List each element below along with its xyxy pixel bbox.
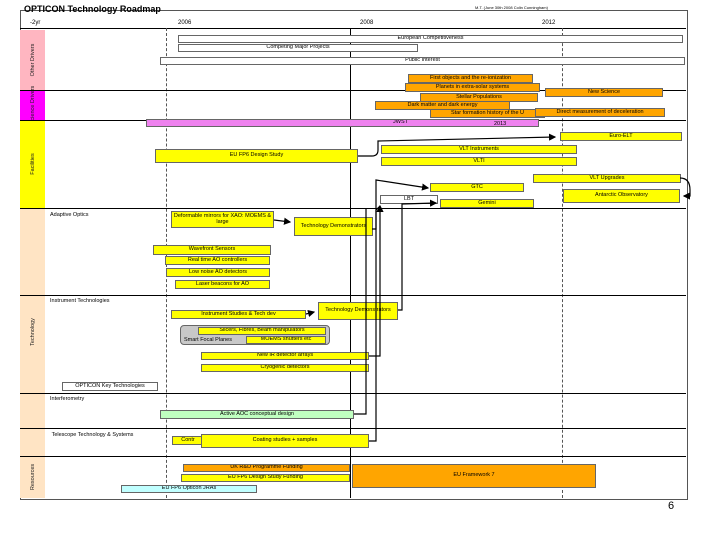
bar-instrument-studies: Instrument Studies & Tech dev [171,310,306,319]
bar-uk-rd-funding: UK R&D Programme Funding [183,464,350,472]
year-2012: 2012 [542,20,556,26]
bar-gtc: GTC [430,183,524,192]
section-instrument-tech: Instrument Technologies [50,298,110,304]
bar-vlti: VLTI [381,157,577,166]
bar-technology-demonstrators-ao: Technology Demonstrators [294,217,373,236]
bar-eu-fp6-design-study: EU FP6 Design Study [155,149,358,163]
bar-euro-elt: Euro-ELT [560,132,682,141]
bar-opticon-key-technologies: OPTICON Key Technologies [62,382,158,391]
category-technology: Technology [20,208,45,456]
bar-moems-shutters: MOEMS shutters etc [246,336,326,344]
separator [20,428,686,429]
bar-contr: Contr [172,436,204,445]
bar-slicers-fibres: Slicers, Fibres, Beam manipulators [198,327,326,335]
section-interferometry: Interferometry [50,396,85,402]
bar-low-noise-ao-detectors: Low noise AO detectors [166,268,270,277]
bar-gemini: Gemini [440,199,534,208]
category-science-drivers: Science Drivers [20,86,45,124]
bar-eu-fp6-funding: EU FP6 Design Study Funding [181,474,350,482]
bar-star-formation: Star formation history of the U [430,109,545,118]
category-resources: Resources [20,456,45,498]
bar-wavefront-sensors: Wavefront Sensors [153,245,271,255]
separator [20,295,686,296]
bar-jwst: JWST [146,119,539,127]
bar-vlt-instruments: VLT Instruments [381,145,577,154]
bar-coating-studies: Coating studies + samples [201,434,369,448]
year-2008: 2008 [360,20,374,26]
bar-laser-beacons: Laser beacons for AO [175,280,270,289]
bar-antarctic-observatory: Antarctic Observatory [563,189,680,203]
page-title: OPTICON Technology Roadmap [24,4,161,14]
bar-vlt-upgrades: VLT Upgrades [533,174,681,183]
jwst-year: 2013 [494,121,507,127]
timeline-axis [20,28,686,29]
jwst-label: JWST [393,119,408,126]
separator [20,208,686,209]
separator [20,456,686,457]
year-minus2: -2yr [30,20,41,26]
bar-deformable-mirrors: Deformable mirrors for XAO: MOEMS & larg… [171,211,274,228]
category-facilities: Facilities [20,120,45,208]
roadmap-frame [20,10,688,500]
smart-focal-planes-label: Smart Focal Planes [184,337,232,343]
bar-first-objects: First objects and the re-ionization [408,74,533,83]
separator [20,393,686,394]
bar-cryogenic-detectors: Cryogenic detectors [201,364,369,372]
bar-eu-fp6-opticon-jras: EU FP6 Opticon JRAs [121,485,257,493]
bar-technology-demonstrators-inst: Technology Demonstrators [318,302,398,320]
category-other-drivers: Other Drivers [20,30,45,90]
page-number: 6 [668,500,675,512]
section-telescope-tech: Telescope Technology & Systems [51,432,134,438]
bar-realtime-ao-controllers: Real time AO controllers [165,256,270,265]
bar-competing-projects: Competing Major Projects [178,44,418,52]
bar-active-aoc: Active AOC conceptual design [160,410,354,419]
year-2006: 2006 [178,20,192,26]
section-adaptive-optics: Adaptive Optics [50,212,89,218]
bar-european-competitiveness: European Competitiveness [178,35,683,43]
bar-new-science: New Science [545,88,663,97]
bar-lbt: LBT [380,195,438,204]
bar-planets: Planets in extra-solar systems [405,83,540,92]
bar-eu-framework-7: EU Framework 7 [352,464,596,488]
bar-public-interest: Public Interest [160,57,685,65]
bar-direct-measurement: Direct measurement of deceleration [535,108,665,117]
bar-new-ir-detectors: New IR detector arrays [201,352,369,360]
page-subtitle: M.T. (June 30th 2008 Colin Cunningham) [475,5,548,10]
